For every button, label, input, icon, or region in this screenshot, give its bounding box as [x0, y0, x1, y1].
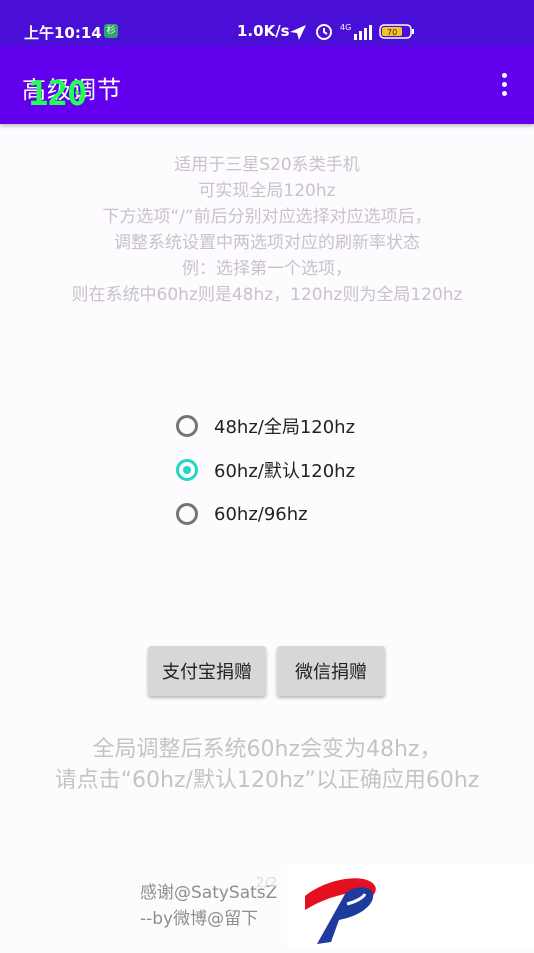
network-speed: 1.0K/s [237, 22, 290, 40]
sim-icon: 杉 [104, 24, 118, 38]
logo-icon [305, 878, 376, 944]
radio-48hz-global-120hz[interactable]: 48hz/全局120hz [176, 404, 355, 448]
intro-line: 适用于三星S20系类手机 [174, 155, 360, 175]
credits-line: --by微博@留下 [140, 909, 259, 929]
svg-text:4G: 4G [340, 23, 351, 32]
radio-label[interactable]: 48hz/全局120hz [214, 413, 355, 439]
watermark-logo [287, 864, 534, 949]
notice-line: 请点击“60hz/默认120hz”以正确应用60hz [54, 768, 480, 793]
signal-icon: 4G [340, 23, 372, 40]
alarm-icon [316, 24, 332, 40]
refresh-rate-radio-group: 48hz/全局120hz 60hz/默认120hz 60hz/96hz [176, 404, 355, 536]
status-icons: 4G 70 [290, 23, 414, 40]
status-time: 上午10:14 [24, 24, 102, 42]
radio-60hz-default-120hz[interactable]: 60hz/默认120hz [176, 448, 355, 492]
app-bar: 高级调节 120 [0, 46, 534, 124]
radio-label[interactable]: 60hz/96hz [214, 504, 308, 525]
more-vert-icon[interactable] [494, 70, 514, 102]
page-indicator: 2/2 [256, 876, 277, 891]
notice-text: 全局调整后系统60hz会变为48hz， 请点击“60hz/默认120hz”以正确… [0, 734, 534, 796]
wechat-donate-button[interactable]: 微信捐赠 [277, 646, 385, 696]
status-bar: 上午10:14 杉 1.0K/s 4G 70 [0, 0, 534, 46]
svg-text:70: 70 [387, 28, 397, 37]
radio-button-checked[interactable] [176, 459, 198, 481]
notice-line: 全局调整后系统60hz会变为48hz， [92, 737, 442, 762]
radio-button[interactable] [176, 415, 198, 437]
intro-line: 可实现全局120hz [198, 181, 336, 201]
intro-text: 适用于三星S20系类手机 可实现全局120hz 下方选项“/”前后分别对应选择对… [0, 152, 534, 308]
intro-line: 调整系统设置中两选项对应的刷新率状态 [114, 233, 420, 253]
intro-line: 下方选项“/”前后分别对应选择对应选项后， [102, 207, 432, 227]
radio-button[interactable] [176, 503, 198, 525]
fps-overlay: 120 [28, 74, 87, 114]
location-icon [290, 25, 306, 40]
intro-line: 例：选择第一个选项， [182, 259, 352, 279]
alipay-donate-button[interactable]: 支付宝捐赠 [148, 646, 266, 696]
radio-60hz-96hz[interactable]: 60hz/96hz [176, 492, 355, 536]
intro-line: 则在系统中60hz则是48hz，120hz则为全局120hz [71, 285, 463, 305]
radio-label[interactable]: 60hz/默认120hz [214, 457, 355, 483]
battery-icon: 70 [379, 24, 414, 39]
